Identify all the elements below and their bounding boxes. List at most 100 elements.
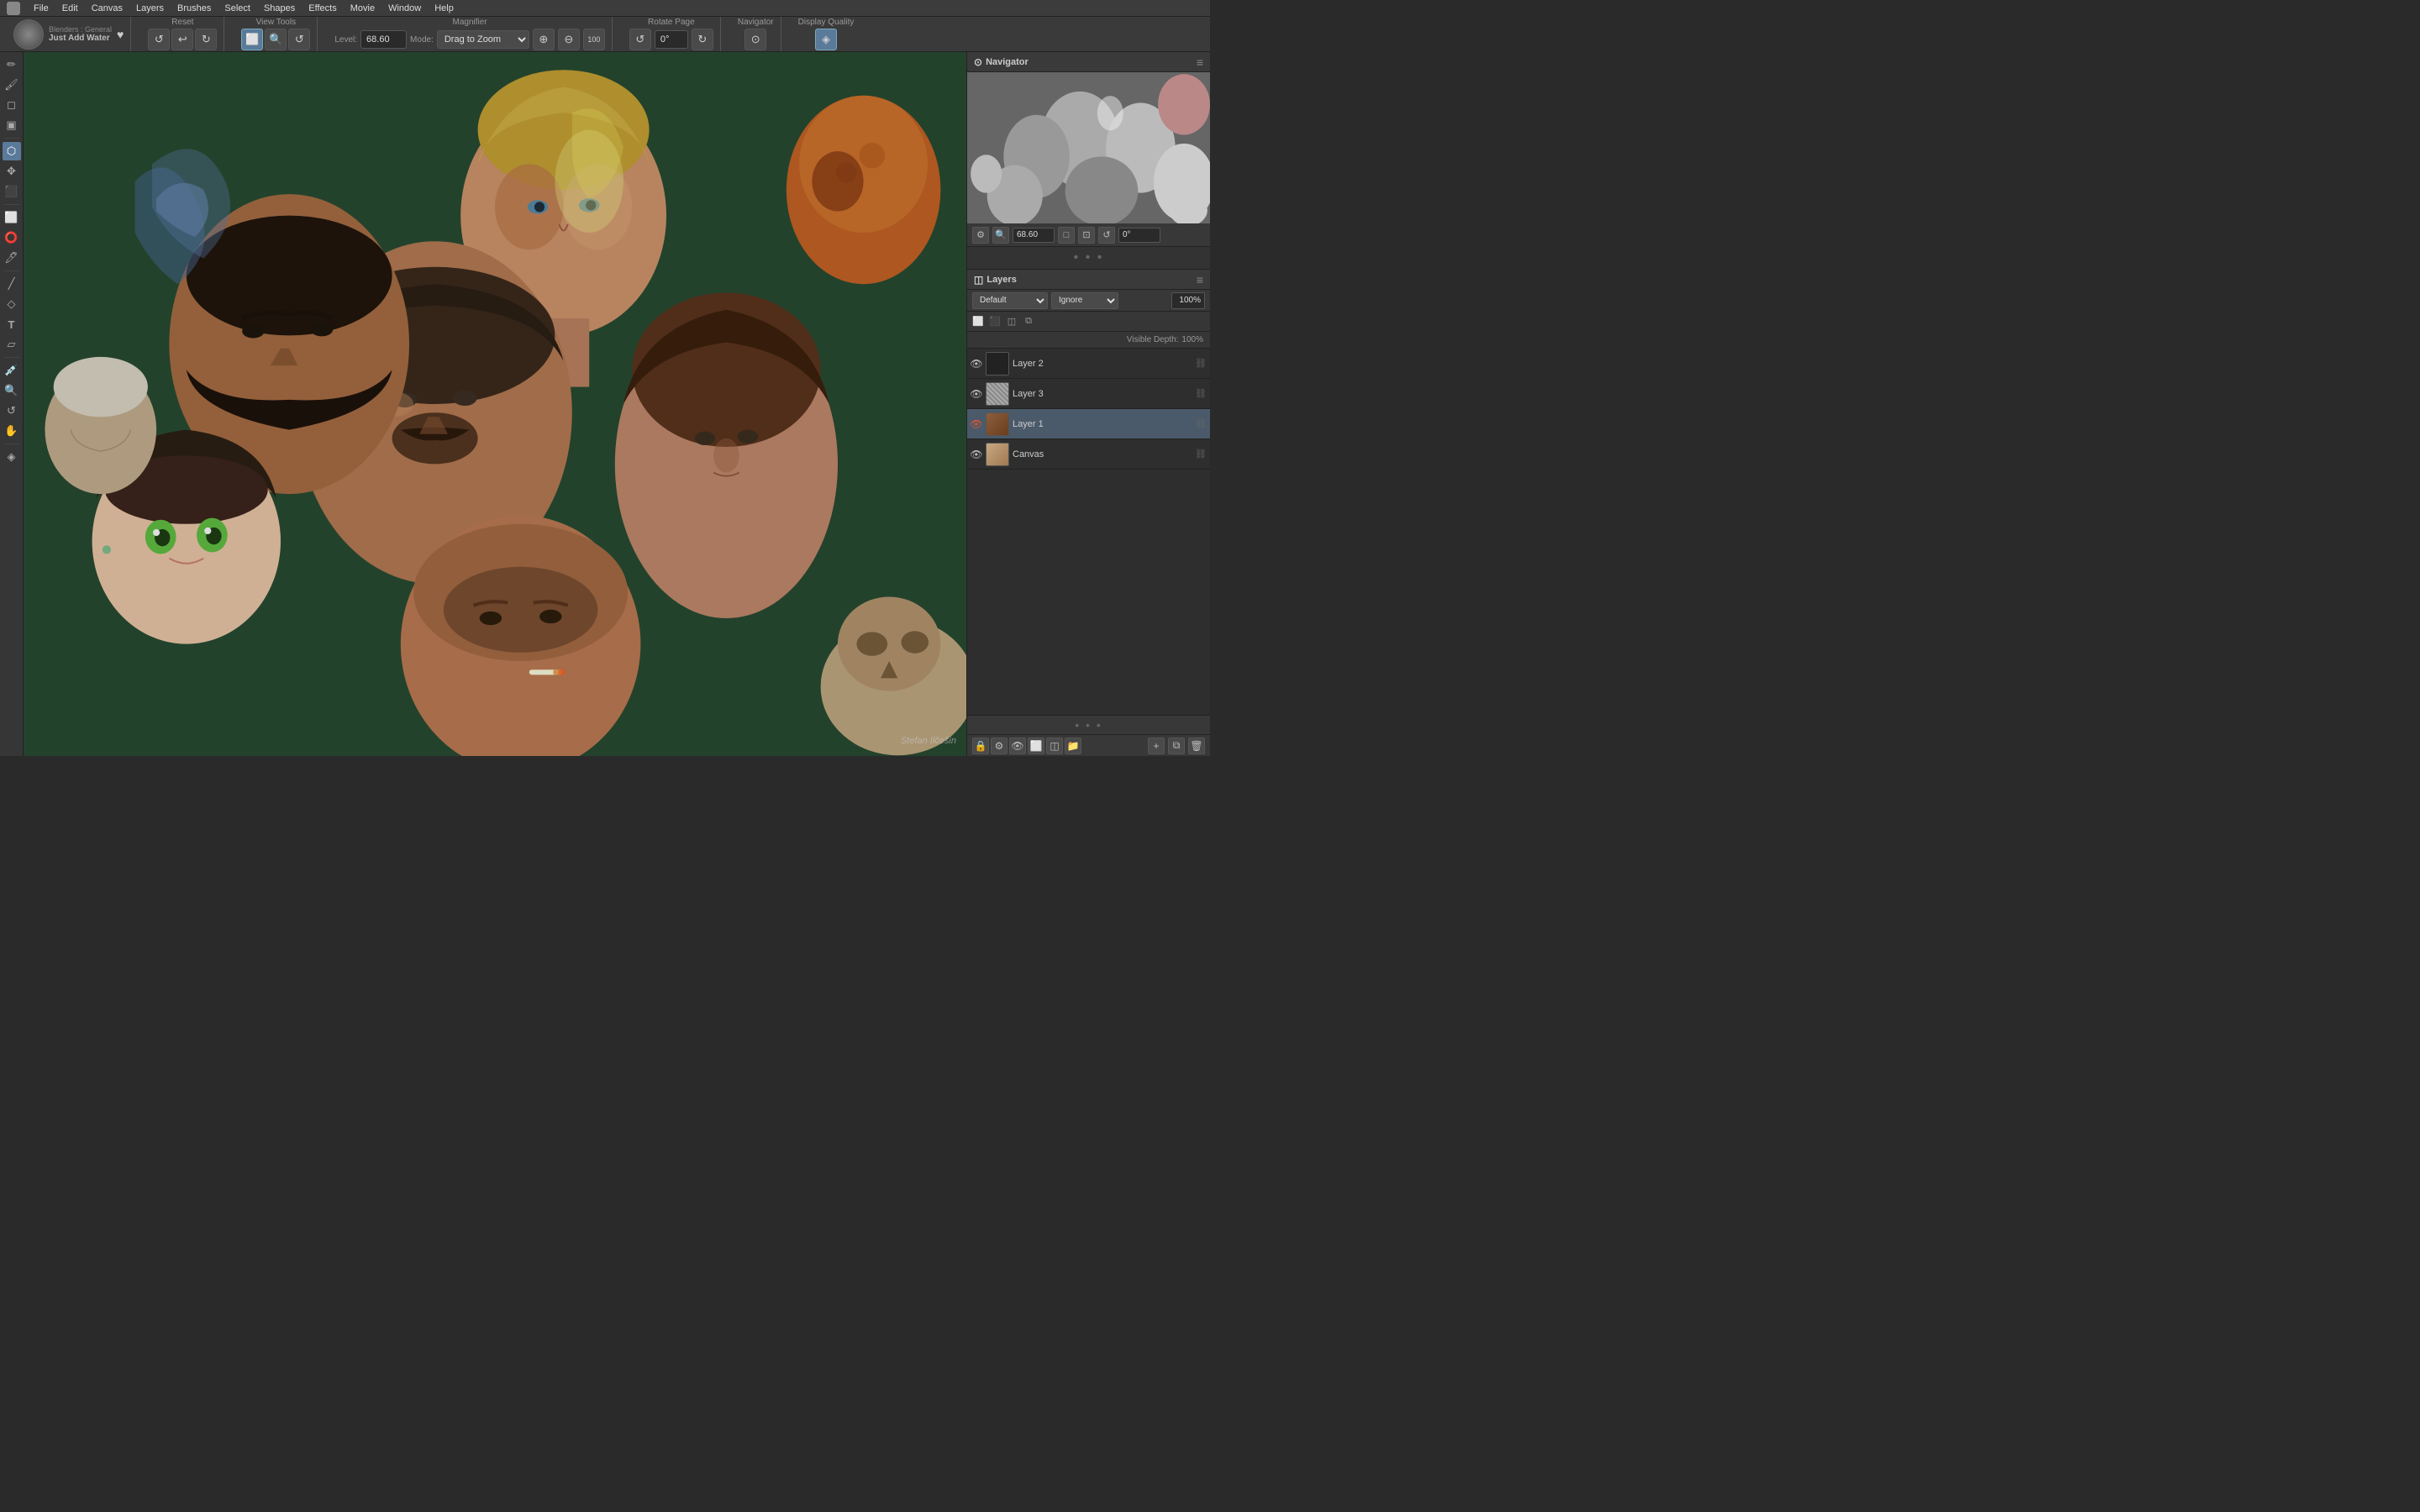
tool-extra[interactable]: ◈ [3, 448, 21, 466]
nav-zoom-input[interactable] [1013, 228, 1055, 243]
tool-fill[interactable]: ▣ [3, 116, 21, 134]
layer-3-link[interactable]: ⛓ [1195, 388, 1207, 400]
layer-eye-btn[interactable]: 👁 [1009, 738, 1026, 754]
nav-zoom-fit[interactable]: □ [1058, 227, 1075, 244]
mode-select[interactable]: Drag to Zoom [437, 30, 529, 49]
layer-2-link[interactable]: ⛓ [1195, 358, 1207, 370]
rotate-input[interactable] [655, 30, 688, 49]
navigator-thumbnail[interactable] [967, 72, 1210, 223]
tool-pencil[interactable]: ✏ [3, 55, 21, 74]
nav-search-btn[interactable]: 🔍 [992, 227, 1009, 244]
navigator-thumb-svg [967, 72, 1210, 223]
tool-line[interactable]: ╱ [3, 275, 21, 293]
canvas-area[interactable]: Stefan Ilčešin [24, 52, 966, 756]
tool-blend[interactable]: ⬡ [3, 142, 21, 160]
view-tool-btn-3[interactable]: ↺ [288, 29, 310, 50]
layer-1-visibility[interactable]: 👁 [971, 418, 982, 430]
layer-item-3[interactable]: 👁 Layer 3 ⛓ [967, 379, 1210, 409]
view-tool-btn-2[interactable]: 🔍 [265, 29, 287, 50]
menu-effects[interactable]: Effects [302, 0, 343, 16]
right-panels: ⊙ Navigator ≡ [966, 52, 1210, 756]
tool-divider-4 [4, 357, 19, 358]
tool-rotate[interactable]: ↺ [3, 402, 21, 420]
tool-gradient[interactable]: ▱ [3, 335, 21, 354]
layers-menu-btn[interactable]: ≡ [1197, 273, 1203, 286]
nav-rotate-reset[interactable]: ↺ [1098, 227, 1115, 244]
rotate-btn-2[interactable]: ↻ [692, 29, 713, 50]
layer-tools-row: ⬜ ⬛ ◫ ⧉ [967, 312, 1210, 332]
canvas-link[interactable]: ⛓ [1195, 449, 1207, 460]
menu-movie[interactable]: Movie [344, 0, 381, 16]
layer-blend-select[interactable]: Ignore [1051, 292, 1118, 309]
layer-folder-btn[interactable]: 📁 [1065, 738, 1081, 754]
mag-btn-2[interactable]: ⊖ [558, 29, 580, 50]
tool-eraser[interactable]: ◻ [3, 96, 21, 114]
menu-window[interactable]: Window [381, 0, 428, 16]
tool-lasso[interactable]: ⭕ [3, 228, 21, 247]
layer-tool-4[interactable]: ⧉ [1021, 314, 1036, 329]
tool-text[interactable]: T [3, 315, 21, 333]
menu-layers[interactable]: Layers [129, 0, 171, 16]
magnifier-section: Magnifier Level: Mode: Drag to Zoom ⊕ ⊖ … [328, 17, 612, 51]
tool-zoom[interactable]: 🔍 [3, 381, 21, 400]
layer-delete-btn[interactable]: 🗑 [1188, 738, 1205, 754]
tool-transform[interactable]: ⬛ [3, 182, 21, 201]
layer-mode-select[interactable]: Default [972, 292, 1048, 309]
tool-move[interactable]: ✥ [3, 162, 21, 181]
layer-item-1[interactable]: 👁 Layer 1 ⛓ [967, 409, 1210, 439]
brush-preview-section: Blenders : General Just Add Water ♥ [7, 17, 131, 51]
tool-eyedropper[interactable]: 💉 [3, 361, 21, 380]
brush-favorite-icon[interactable]: ♥ [117, 28, 124, 41]
tool-select-rect[interactable]: ⬜ [3, 208, 21, 227]
canvas-visibility[interactable]: 👁 [971, 449, 982, 460]
layer-copy-btn[interactable]: ⧉ [1168, 738, 1185, 754]
layer-item-canvas[interactable]: 👁 Canvas ⛓ [967, 439, 1210, 470]
brush-info: Blenders : General Just Add Water [49, 25, 112, 43]
menu-edit[interactable]: Edit [55, 0, 85, 16]
layer-clip-btn[interactable]: ⬜ [1028, 738, 1044, 754]
reset-btn-1[interactable]: ↺ [148, 29, 170, 50]
layer-3-visibility[interactable]: 👁 [971, 388, 982, 400]
layer-tool-2[interactable]: ⬛ [987, 314, 1002, 329]
rotate-btn-1[interactable]: ↺ [629, 29, 651, 50]
tool-pen[interactable]: 🖊 [3, 249, 21, 267]
menu-brushes[interactable]: Brushes [171, 0, 218, 16]
layer-lock-btn[interactable]: 🔒 [972, 738, 989, 754]
nav-settings-btn[interactable]: ⚙ [972, 227, 989, 244]
layer-2-visibility[interactable]: 👁 [971, 358, 982, 370]
artist-signature: Stefan Ilčešin [901, 736, 956, 746]
menu-shapes[interactable]: Shapes [257, 0, 302, 16]
navigator-btn[interactable]: ⊙ [744, 29, 766, 50]
view-tools-section: View Tools ⬜ 🔍 ↺ [234, 17, 318, 51]
tool-hand[interactable]: ✋ [3, 422, 21, 440]
menu-select[interactable]: Select [218, 0, 257, 16]
layer-ref-btn[interactable]: ⚙ [991, 738, 1007, 754]
nav-rotate-input[interactable] [1118, 228, 1160, 243]
layer-new-btn[interactable]: + [1148, 738, 1165, 754]
reset-btn-2[interactable]: ↩ [171, 29, 193, 50]
layers-list: 👁 Layer 2 ⛓ 👁 Layer 3 ⛓ 👁 Layer 1 [967, 349, 1210, 715]
layer-1-link[interactable]: ⛓ [1195, 418, 1207, 430]
layer-mask-btn[interactable]: ◫ [1046, 738, 1063, 754]
tool-brush[interactable]: 🖌 [3, 76, 21, 94]
layer-tool-1[interactable]: ⬜ [971, 314, 986, 329]
menu-file[interactable]: File [27, 0, 55, 16]
level-input[interactable] [360, 30, 407, 49]
menu-help[interactable]: Help [428, 0, 460, 16]
menu-canvas[interactable]: Canvas [85, 0, 129, 16]
reset-btn-3[interactable]: ↻ [195, 29, 217, 50]
tool-shape[interactable]: ◇ [3, 295, 21, 313]
brush-name: Just Add Water [49, 34, 112, 43]
mag-btn-3[interactable]: 100 [583, 29, 605, 50]
brush-thumbnail[interactable] [13, 19, 44, 50]
layer-item-2[interactable]: 👁 Layer 2 ⛓ [967, 349, 1210, 379]
display-quality-btn[interactable]: ◈ [815, 29, 837, 50]
mag-btn-1[interactable]: ⊕ [533, 29, 555, 50]
layer-tool-3[interactable]: ◫ [1004, 314, 1019, 329]
tool-divider-1 [4, 138, 19, 139]
nav-zoom-100[interactable]: ⊡ [1078, 227, 1095, 244]
navigator-menu-btn[interactable]: ≡ [1197, 55, 1203, 69]
layer-opacity-input[interactable] [1171, 292, 1205, 309]
view-tool-btn-1[interactable]: ⬜ [241, 29, 263, 50]
rotate-section: Rotate Page ↺ ↻ [623, 17, 721, 51]
